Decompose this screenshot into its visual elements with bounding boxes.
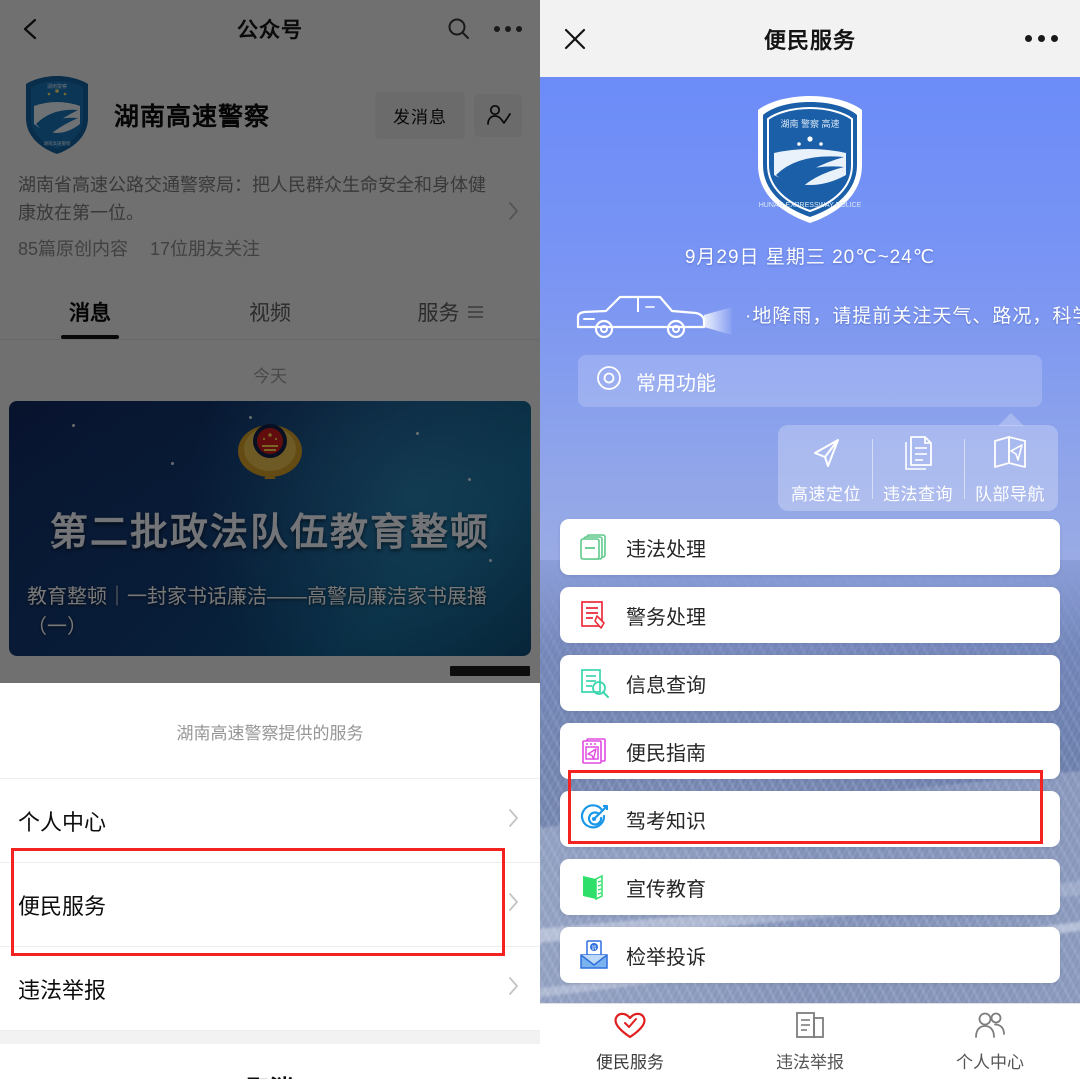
- document-pen-icon: [578, 599, 610, 631]
- chevron-right-icon: [506, 889, 522, 921]
- service-item-driving-exam-knowledge[interactable]: 驾考知识: [560, 791, 1060, 847]
- quick-item-label: 队部导航: [975, 485, 1045, 504]
- service-item-label: 违法处理: [626, 538, 706, 561]
- document-magnifier-icon: [578, 667, 610, 699]
- action-sheet-header: 湖南高速警察提供的服务: [0, 683, 540, 779]
- close-icon[interactable]: [562, 26, 588, 52]
- sheet-item-label: 便民服务: [18, 893, 107, 919]
- right-nav-bar: 便民服务: [540, 0, 1080, 77]
- service-action-sheet: 湖南高速警察提供的服务 个人中心 便民服务 违法举报 取消: [0, 683, 540, 1079]
- service-item-label: 警务处理: [626, 606, 706, 629]
- service-list: 违法处理 警务处理 信息查询 便民指南 驾考知识 宣传教育 诉 检举投诉: [560, 519, 1060, 983]
- service-item-violation-processing[interactable]: 违法处理: [560, 519, 1060, 575]
- svg-text:HUNAN EXPRESSWAY POLICE: HUNAN EXPRESSWAY POLICE: [759, 202, 862, 209]
- right-panel-body: 湖南 警察 高速 HUNAN EXPRESSWAY POLICE 9月29日 星…: [540, 77, 1080, 983]
- sheet-item-violation-report[interactable]: 违法举报: [0, 947, 540, 1031]
- quick-functions-wrap: 高速定位 违法查询 队部导航: [540, 413, 1080, 515]
- car-icon: [568, 285, 733, 350]
- quick-functions-popover: 高速定位 违法查询 队部导航: [778, 413, 1058, 511]
- sheet-divider: [0, 1031, 540, 1044]
- stacked-cards-icon: [578, 531, 610, 563]
- right-nav-title: 便民服务: [763, 27, 856, 53]
- marquee-row: ·地降雨，请提前关注天气、路况，科学规: [540, 279, 1080, 349]
- service-item-information-query[interactable]: 信息查询: [560, 655, 1060, 711]
- document-search-icon: [899, 433, 937, 476]
- sheet-item-label: 个人中心: [18, 809, 107, 835]
- hero-badge-wrap: 湖南 警察 高速 HUNAN EXPRESSWAY POLICE: [540, 77, 1080, 232]
- quick-item-violation-query[interactable]: 违法查询: [872, 433, 964, 505]
- service-item-complaint-report[interactable]: 诉 检举投诉: [560, 927, 1060, 983]
- bottom-tab-bar: 便民服务 违法举报 个人中心: [540, 1003, 1080, 1079]
- wechat-official-account-panel: 公众号: [0, 0, 540, 1079]
- tab-violation-report[interactable]: 违法举报: [720, 1004, 900, 1079]
- heart-icon: [612, 1010, 648, 1045]
- common-functions-label: 常用功能: [636, 372, 716, 395]
- open-book-icon: [578, 871, 610, 903]
- service-item-convenience-guide[interactable]: 便民指南: [560, 723, 1060, 779]
- svg-text:湖南 警察 高速: 湖南 警察 高速: [780, 118, 839, 129]
- sheet-item-convenience-services[interactable]: 便民服务: [0, 863, 540, 947]
- chevron-right-icon: [506, 973, 522, 1005]
- quick-item-label: 高速定位: [791, 485, 861, 504]
- more-dots-icon[interactable]: [494, 26, 522, 32]
- service-item-police-processing[interactable]: 警务处理: [560, 587, 1060, 643]
- tab-convenience-services[interactable]: 便民服务: [540, 1004, 720, 1079]
- svg-text:诉: 诉: [591, 945, 596, 952]
- target-circle-icon: [596, 365, 622, 397]
- tab-label: 个人中心: [956, 1053, 1024, 1072]
- common-functions-bar[interactable]: 常用功能: [578, 355, 1042, 407]
- quick-item-label: 违法查询: [883, 485, 953, 504]
- quick-item-highway-location[interactable]: 高速定位: [780, 433, 872, 505]
- tab-label: 违法举报: [776, 1053, 844, 1072]
- weather-marquee-text: ·地降雨，请提前关注天气、路况，科学规: [745, 305, 1080, 327]
- quick-item-unit-navigation[interactable]: 队部导航: [964, 433, 1056, 505]
- tab-label: 便民服务: [596, 1053, 664, 1072]
- people-icon: [972, 1010, 1008, 1045]
- tab-personal-center[interactable]: 个人中心: [900, 1004, 1080, 1079]
- weather-info: 9月29日 星期三 20℃~24℃: [684, 247, 936, 268]
- more-dots-icon[interactable]: [1025, 35, 1058, 42]
- target-arrow-icon: [578, 803, 610, 835]
- screenshot-root: 公众号: [0, 0, 1080, 1079]
- convenience-services-panel: 便民服务 湖南 警察 高速 HUNAN EXPRESSWAY POLICE 9月…: [540, 0, 1080, 1079]
- report-doc-icon: [794, 1010, 826, 1045]
- service-item-label: 驾考知识: [626, 810, 706, 833]
- envelope-letter-icon: 诉: [578, 939, 610, 971]
- service-item-label: 信息查询: [626, 674, 706, 697]
- search-icon[interactable]: [446, 16, 472, 42]
- compass-book-icon: [578, 735, 610, 767]
- chevron-right-icon: [506, 805, 522, 837]
- service-item-label: 便民指南: [626, 742, 706, 765]
- map-navigation-icon: [991, 433, 1029, 476]
- location-arrow-icon: [807, 433, 845, 476]
- left-nav-actions: [446, 16, 522, 42]
- sheet-item-label: 违法举报: [18, 977, 107, 1003]
- sheet-item-personal-center[interactable]: 个人中心: [0, 779, 540, 863]
- service-item-label: 宣传教育: [626, 878, 706, 901]
- cancel-button[interactable]: 取消: [0, 1044, 540, 1079]
- service-item-publicity-education[interactable]: 宣传教育: [560, 859, 1060, 915]
- service-item-label: 检举投诉: [626, 946, 706, 969]
- hunan-expressway-police-badge-icon: 湖南 警察 高速 HUNAN EXPRESSWAY POLICE: [748, 96, 872, 231]
